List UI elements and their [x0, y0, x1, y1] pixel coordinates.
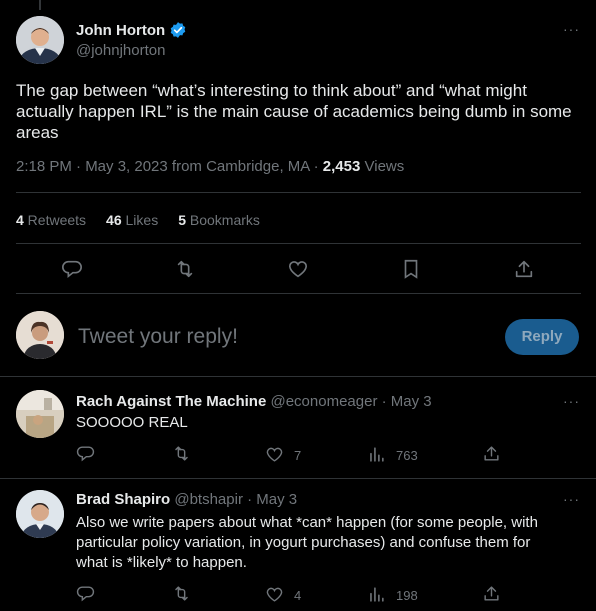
- reply-input[interactable]: Tweet your reply!: [78, 325, 478, 349]
- reply-author-name[interactable]: Rach Against The Machine: [76, 393, 266, 410]
- divider: [16, 192, 581, 193]
- like-icon[interactable]: [265, 445, 284, 464]
- current-user-avatar: [16, 311, 64, 359]
- reply-author-name[interactable]: Brad Shapiro: [76, 491, 170, 508]
- more-options-icon[interactable]: ···: [563, 21, 580, 37]
- author-avatar[interactable]: [16, 16, 64, 64]
- reply-header: Brad Shapiro @btshapir · May 3: [76, 491, 297, 508]
- reply-author-avatar[interactable]: [16, 390, 64, 438]
- likes-count: 46: [106, 212, 122, 228]
- likes-label: Likes: [121, 212, 159, 228]
- reply-header: Rach Against The Machine @economeager · …: [76, 393, 432, 410]
- more-options-icon[interactable]: ···: [563, 393, 580, 409]
- views-label: Views: [360, 158, 405, 175]
- retweets-label: Retweets: [23, 212, 87, 228]
- views-icon[interactable]: [367, 445, 386, 464]
- share-icon[interactable]: [513, 258, 535, 280]
- reply-author-avatar[interactable]: [16, 490, 64, 538]
- tweet-text: The gap between “what’s interesting to t…: [16, 81, 572, 142]
- tweet-stats: 4 Retweets 46 Likes 5 Bookmarks: [16, 212, 260, 228]
- reply-button[interactable]: Reply: [505, 319, 579, 355]
- reply-icon[interactable]: [76, 444, 95, 463]
- tweet-meta: 2:18 PM · May 3, 2023 from Cambridge, MA…: [16, 158, 404, 175]
- views-count: 198: [396, 588, 418, 603]
- like-icon[interactable]: [287, 258, 309, 280]
- like-icon[interactable]: [265, 585, 284, 604]
- retweet-icon[interactable]: [174, 258, 196, 280]
- author-handle[interactable]: @johnjhorton: [76, 42, 165, 59]
- reply-text: SOOOOO REAL: [76, 414, 188, 431]
- divider: [16, 243, 581, 244]
- divider: [0, 376, 596, 377]
- retweets-stat[interactable]: 4 Retweets: [16, 212, 86, 228]
- more-options-icon[interactable]: ···: [563, 491, 580, 507]
- divider: [16, 293, 581, 294]
- reply-icon[interactable]: [61, 258, 83, 280]
- reply-text: Also we write papers about what *can* ha…: [76, 514, 538, 571]
- tweet-timestamp[interactable]: 2:18 PM · May 3, 2023 from Cambridge, MA…: [16, 158, 323, 175]
- divider: [0, 478, 596, 479]
- bookmark-icon[interactable]: [400, 258, 422, 280]
- bookmarks-label: Bookmarks: [186, 212, 260, 228]
- like-count: 4: [294, 588, 302, 603]
- author-name[interactable]: John Horton: [76, 22, 165, 39]
- retweets-count: 4: [16, 212, 24, 228]
- views-count: 763: [396, 448, 418, 463]
- author-name-row: John Horton: [76, 21, 187, 39]
- like-count: 7: [294, 448, 302, 463]
- share-icon[interactable]: [482, 444, 501, 463]
- views-icon[interactable]: [367, 585, 386, 604]
- views-count: 2,453: [322, 158, 361, 175]
- reply-icon[interactable]: [76, 584, 95, 603]
- reply-author-meta[interactable]: @economeager · May 3: [266, 393, 431, 410]
- share-icon[interactable]: [482, 584, 501, 603]
- verified-badge-icon: [169, 21, 187, 39]
- retweet-icon[interactable]: [172, 444, 191, 463]
- bookmarks-stat[interactable]: 5 Bookmarks: [178, 212, 260, 228]
- bookmarks-count: 5: [178, 212, 186, 228]
- reply-author-meta[interactable]: @btshapir · May 3: [170, 491, 297, 508]
- thread-connector-line: [39, 0, 41, 10]
- retweet-icon[interactable]: [172, 584, 191, 603]
- likes-stat[interactable]: 46 Likes: [106, 212, 158, 228]
